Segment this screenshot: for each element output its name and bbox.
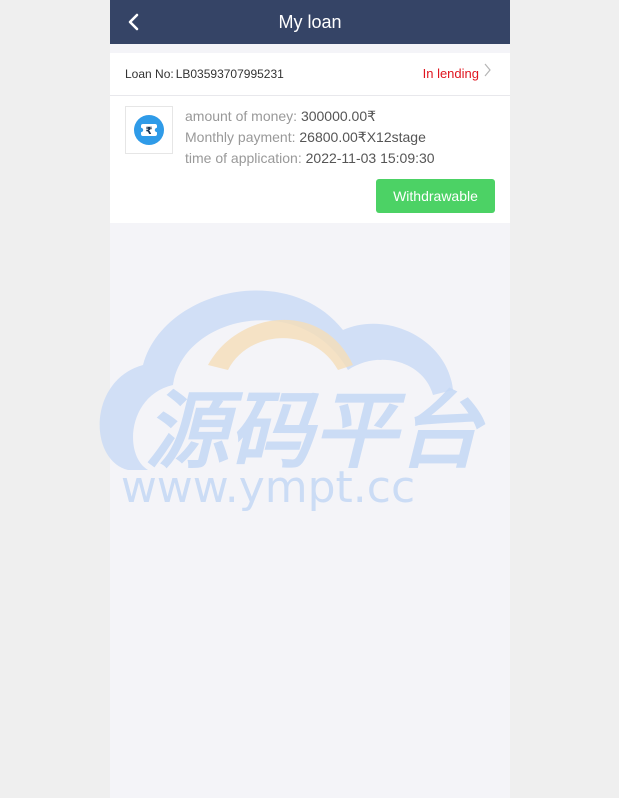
page-title: My loan [278,12,342,32]
application-time-row: time of application: 2022-11-03 15:09:30 [185,148,435,169]
top-bar: My loan [110,0,510,44]
amount-label: amount of money: [185,108,298,124]
loan-number-value: LB03593707995231 [175,67,284,81]
amount-row: amount of money: 300000.00₹ [185,106,435,127]
loan-details: amount of money: 300000.00₹ Monthly paym… [185,106,435,169]
amount-value: 300000.00₹ [300,108,377,124]
loan-number-label: Loan No: [125,67,174,81]
loan-card-header: Loan No: LB03593707995231 In lending [110,53,510,96]
monthly-payment-value: 26800.00₹X12stage [299,129,426,145]
chevron-right-icon [483,53,492,95]
loan-status: In lending [422,66,479,81]
loan-card: Loan No: LB03593707995231 In lending ₹ a… [110,53,510,223]
svg-text:₹: ₹ [146,126,153,137]
loan-number: Loan No: LB03593707995231 [125,53,284,95]
application-time-value: 2022-11-03 15:09:30 [305,150,435,166]
monthly-payment-row: Monthly payment: 26800.00₹X12stage [185,127,435,148]
monthly-payment-label: Monthly payment: [185,129,296,145]
app-screen: My loan Loan No: LB03593707995231 In lend… [110,0,510,798]
application-time-label: time of application: [185,150,302,166]
withdraw-button[interactable]: Withdrawable [376,179,495,213]
loan-status-link[interactable]: In lending [423,53,492,95]
rupee-ticket-icon: ₹ [125,106,173,154]
